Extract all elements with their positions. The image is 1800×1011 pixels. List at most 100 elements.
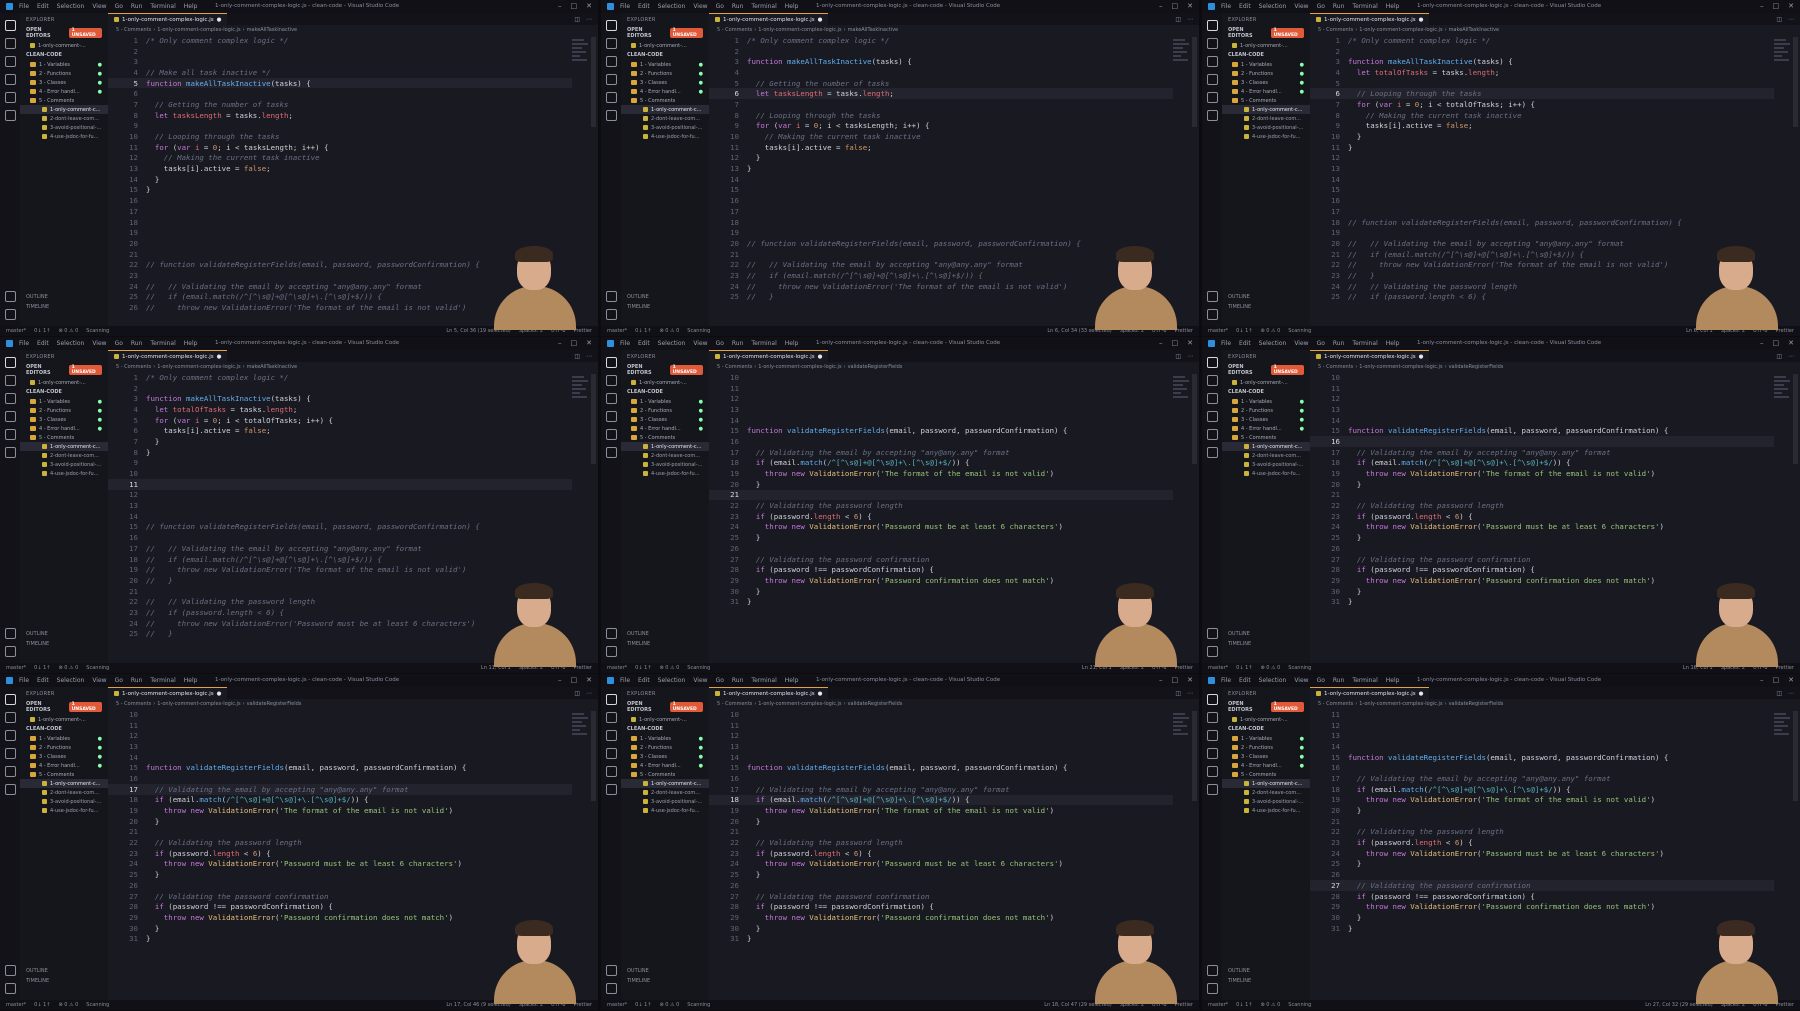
open-editors-section[interactable]: OPEN EDITORS 1 UNSAVED (1222, 362, 1310, 378)
code-line[interactable]: 10 (108, 468, 572, 479)
menu-item[interactable]: Selection (658, 677, 686, 684)
code-line[interactable]: 19 (1310, 227, 1774, 238)
split-editor-icon[interactable]: ◫ (1175, 353, 1181, 360)
file-item[interactable]: 1-only-comment-c... (621, 105, 709, 114)
account-icon[interactable] (4, 628, 16, 639)
folder-item[interactable]: 2 - Functions ● (1222, 406, 1310, 415)
code-line[interactable]: 20 } (1310, 805, 1774, 816)
code-line[interactable]: 25 } (709, 532, 1173, 543)
code-line[interactable]: 22 // Validating the password length (1310, 827, 1774, 838)
code-line[interactable]: 16 (709, 773, 1173, 784)
search-icon[interactable] (4, 38, 16, 49)
menu-item[interactable]: Go (716, 3, 724, 10)
menu-item[interactable]: Help (785, 3, 799, 10)
code-line[interactable]: 8 let tasksLength = tasks. length; (108, 110, 572, 121)
menu-item[interactable]: Edit (37, 3, 49, 10)
code-line[interactable]: 12 (1310, 153, 1774, 164)
editor-tab[interactable]: 1-only-comment-complex-logic.js ● (108, 13, 228, 25)
outline-section[interactable]: OUTLINE (1222, 629, 1310, 639)
breadcrumb-file[interactable]: 1-only-comment-complex-logic.js (758, 27, 841, 33)
timeline-section[interactable]: TIMELINE (1222, 302, 1310, 312)
timeline-section[interactable]: TIMELINE (20, 976, 108, 986)
close-icon[interactable]: ✕ (1788, 2, 1794, 10)
account-icon[interactable] (4, 291, 16, 302)
remote-icon[interactable] (1206, 447, 1218, 458)
unsaved-dot-icon[interactable]: ● (217, 354, 222, 360)
editor-tab[interactable]: 1-only-comment-complex-logic.js ● (108, 350, 228, 362)
timeline-section[interactable]: TIMELINE (621, 302, 709, 312)
split-editor-icon[interactable]: ◫ (574, 353, 580, 360)
editor-tab[interactable]: 1-only-comment-complex-logic.js ● (1310, 687, 1430, 699)
code-line[interactable]: 23 if (password. length < 6) { (709, 511, 1173, 522)
menu-item[interactable]: Edit (638, 3, 650, 10)
menu-item[interactable]: Terminal (751, 677, 776, 684)
file-item[interactable]: 2-dont-leave-com... (20, 788, 108, 797)
menu-item[interactable]: Selection (57, 340, 85, 347)
open-editors-section[interactable]: OPEN EDITORS 1 UNSAVED (20, 699, 108, 715)
maximize-icon[interactable]: □ (1773, 676, 1780, 684)
code-line[interactable]: 21 (1310, 816, 1774, 827)
close-icon[interactable]: ✕ (1788, 339, 1794, 347)
code-line[interactable]: 4 let totalOfTasks = tasks. length; (1310, 67, 1774, 78)
code-line[interactable]: 5 for (var i = 0; i < totalOfTasks; i++)… (108, 415, 572, 426)
code-line[interactable]: 20 } (709, 479, 1173, 490)
minimize-icon[interactable]: – (1760, 2, 1764, 10)
outline-section[interactable]: OUTLINE (20, 292, 108, 302)
source-control-icon[interactable] (1206, 56, 1218, 67)
folder-item[interactable]: 2 - Functions ● (621, 406, 709, 415)
close-icon[interactable]: ✕ (586, 2, 592, 10)
menu-item[interactable]: Go (1317, 340, 1325, 347)
run-debug-icon[interactable] (605, 748, 617, 759)
code-line[interactable]: 13 (1310, 163, 1774, 174)
folder-item[interactable]: 2 - Functions ● (20, 743, 108, 752)
folder-item-comments[interactable]: 5 - Comments (621, 433, 709, 442)
gear-icon[interactable] (4, 646, 16, 657)
open-editors-section[interactable]: OPEN EDITORS 1 UNSAVED (621, 25, 709, 41)
search-icon[interactable] (1206, 38, 1218, 49)
timeline-section[interactable]: TIMELINE (20, 639, 108, 649)
file-item[interactable]: 3-avoid-positional-... (20, 123, 108, 132)
folder-item[interactable]: 2 - Functions ● (621, 69, 709, 78)
branch-status[interactable]: master* (607, 665, 627, 671)
problems-status[interactable]: ⊗ 0 ⚠ 0 (1260, 1002, 1280, 1008)
split-editor-icon[interactable]: ◫ (574, 690, 580, 697)
workspace-section[interactable]: CLEAN-CODE (20, 50, 108, 60)
branch-status[interactable]: master* (6, 1002, 26, 1008)
code-line[interactable]: 23 if (password. length < 6) { (108, 848, 572, 859)
vertical-scrollbar[interactable] (1793, 37, 1798, 127)
menu-item[interactable]: Terminal (751, 340, 776, 347)
file-item[interactable]: 1-only-comment-c... (20, 779, 108, 788)
file-item[interactable]: 2-dont-leave-com... (20, 114, 108, 123)
code-line[interactable]: 18 (709, 217, 1173, 228)
editor-tab[interactable]: 1-only-comment-complex-logic.js ● (709, 687, 829, 699)
more-actions-icon[interactable]: ⋯ (1187, 353, 1193, 360)
code-line[interactable]: 18 if (email. match(/^[^\s@]+@[^\s@]+\.[^… (1310, 784, 1774, 795)
breadcrumb-folder[interactable]: 5 - Comments (1318, 27, 1353, 33)
gear-icon[interactable] (1206, 983, 1218, 994)
unsaved-dot-icon[interactable]: ● (818, 354, 823, 360)
menu-item[interactable]: View (1294, 3, 1308, 10)
code-line[interactable]: 21 (709, 827, 1173, 838)
code-line[interactable]: 2 (1310, 46, 1774, 57)
folder-item[interactable]: 2 - Functions ● (1222, 743, 1310, 752)
outline-section[interactable]: OUTLINE (20, 629, 108, 639)
vertical-scrollbar[interactable] (1192, 37, 1197, 127)
prettier-status[interactable]: Prettier (1776, 328, 1794, 334)
outline-section[interactable]: OUTLINE (621, 966, 709, 976)
gear-icon[interactable] (605, 983, 617, 994)
unsaved-dot-icon[interactable]: ● (217, 691, 222, 697)
code-line[interactable]: 26 (1310, 869, 1774, 880)
menu-item[interactable]: Run (131, 677, 143, 684)
gear-icon[interactable] (4, 983, 16, 994)
breadcrumb-file[interactable]: 1-only-comment-complex-logic.js (1359, 364, 1442, 370)
vertical-scrollbar[interactable] (591, 374, 596, 464)
code-line[interactable]: 19 throw new ValidationError('The format… (108, 805, 572, 816)
code-line[interactable]: 13 (709, 741, 1173, 752)
code-line[interactable]: 5 // Getting the number of tasks (709, 78, 1173, 89)
file-item[interactable]: 3-avoid-positional-... (621, 797, 709, 806)
gear-icon[interactable] (605, 646, 617, 657)
folder-item[interactable]: 2 - Functions ● (20, 69, 108, 78)
code-line[interactable]: 18 if (email. match(/^[^\s@]+@[^\s@]+\.[^… (709, 794, 1173, 806)
menu-item[interactable]: Terminal (150, 677, 175, 684)
menu-item[interactable]: Terminal (150, 340, 175, 347)
